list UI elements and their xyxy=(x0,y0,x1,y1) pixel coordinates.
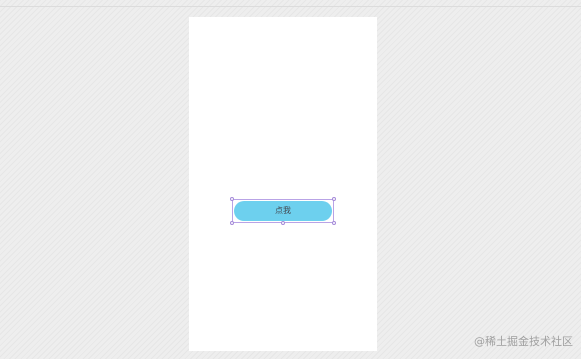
resize-handle-bottom-right[interactable] xyxy=(332,221,336,225)
click-me-button[interactable]: 点我 xyxy=(234,201,332,221)
top-divider xyxy=(0,6,581,7)
resize-handle-bottom-center[interactable] xyxy=(281,221,285,225)
mobile-artboard: 点我 xyxy=(189,17,377,351)
juejin-watermark: @稀土掘金技术社区 xyxy=(474,335,573,348)
resize-handle-top-right[interactable] xyxy=(332,197,336,201)
resize-handle-bottom-left[interactable] xyxy=(230,221,234,225)
resize-handle-top-left[interactable] xyxy=(230,197,234,201)
